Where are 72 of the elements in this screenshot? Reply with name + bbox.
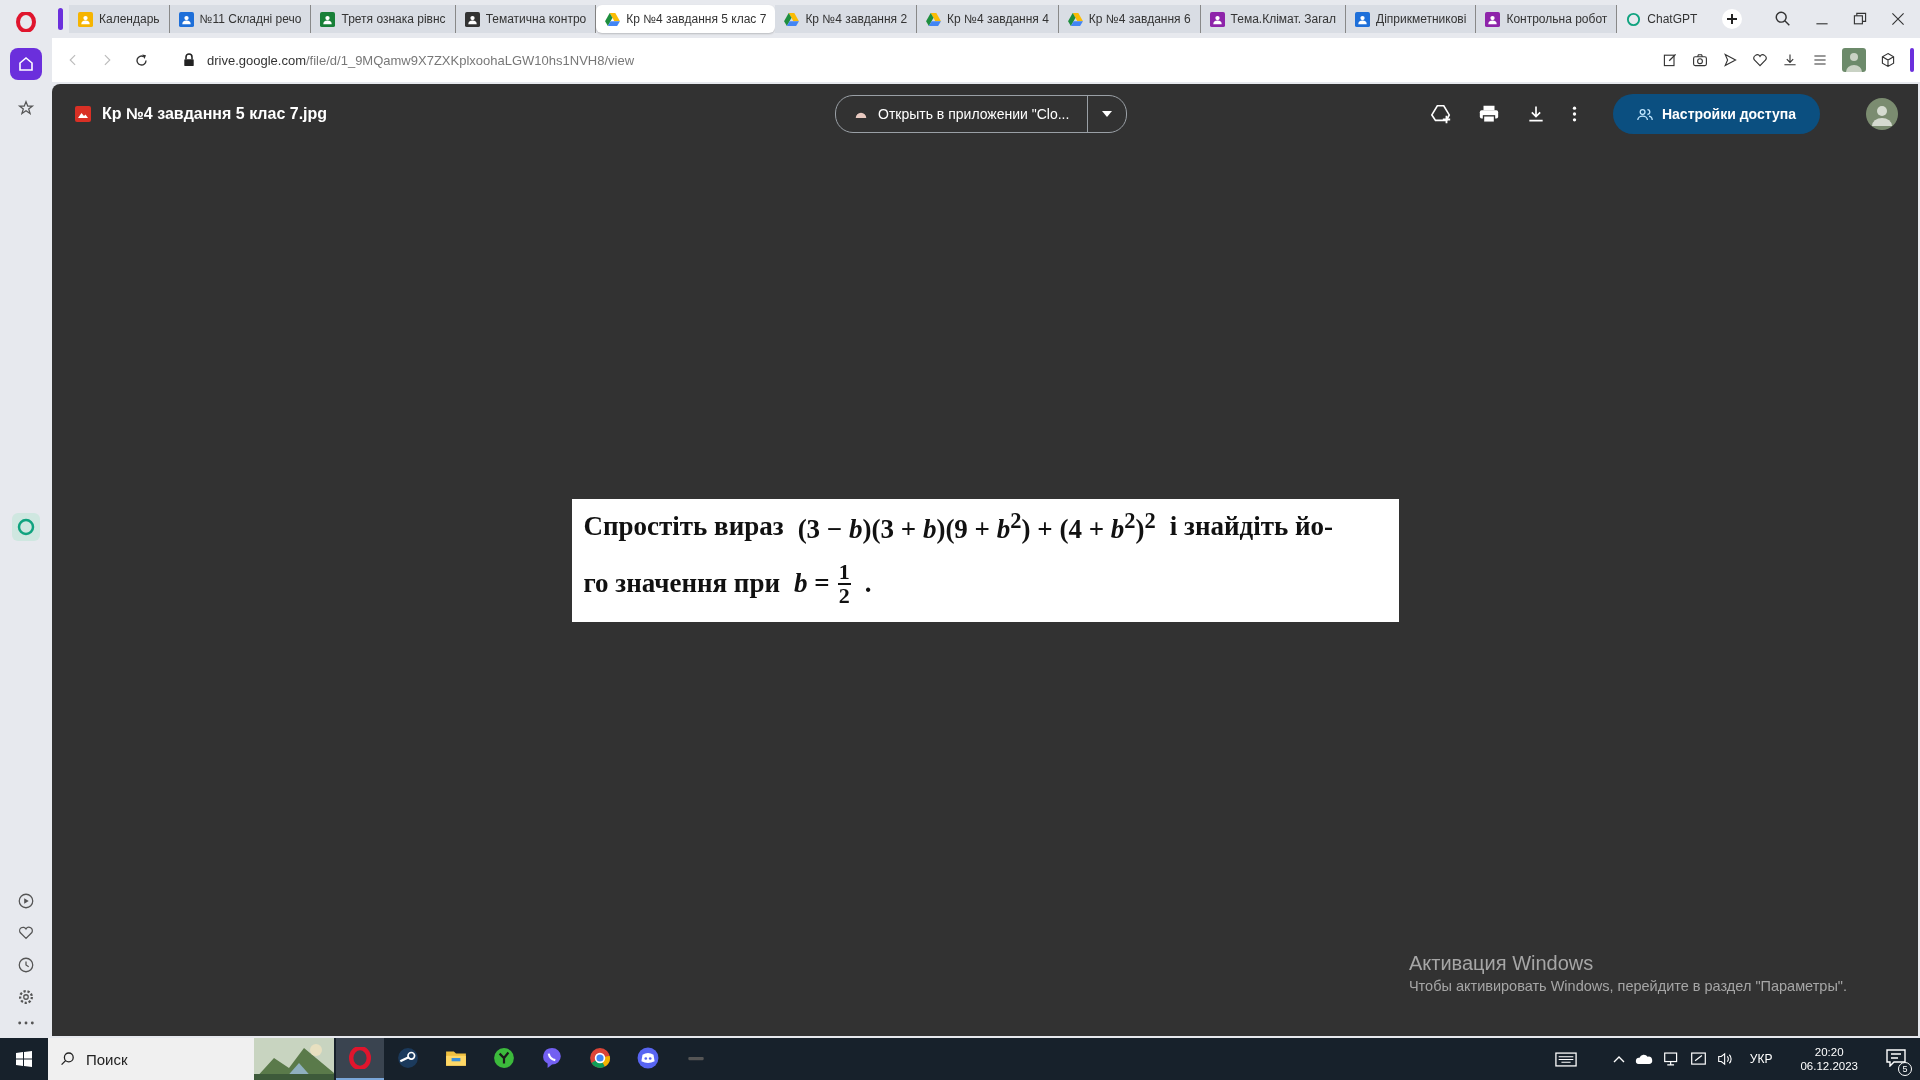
- file-name: Кр №4 завдання 5 клас 7.jpg: [102, 105, 328, 123]
- new-tab-icon[interactable]: [1722, 9, 1742, 29]
- task-text: і знайдіть йо-: [1169, 511, 1333, 542]
- opera-logo-icon[interactable]: [16, 12, 36, 32]
- edit-icon[interactable]: [1662, 52, 1678, 68]
- browser-tab[interactable]: Календарь: [69, 5, 170, 33]
- browser-tab[interactable]: Тема.Клімат. Загал: [1200, 5, 1347, 33]
- browser-tab[interactable]: Кр №4 завдання 4: [917, 5, 1059, 33]
- browser-tab[interactable]: №11 Складні речо: [169, 5, 312, 33]
- display-icon[interactable]: [1689, 1052, 1707, 1066]
- sliders-icon[interactable]: [1812, 52, 1828, 68]
- volume-icon[interactable]: [1716, 1052, 1734, 1066]
- drive-icon: [926, 12, 942, 26]
- clock-date[interactable]: 06.12.2023: [1800, 1060, 1858, 1072]
- more-vertical-icon[interactable]: [1571, 105, 1577, 123]
- keyboard-icon[interactable]: [1554, 1051, 1577, 1067]
- clock-time[interactable]: 20:20: [1814, 1046, 1844, 1058]
- close-icon[interactable]: [1890, 11, 1906, 27]
- download-icon[interactable]: [1782, 52, 1798, 68]
- browser-tab[interactable]: Третя ознака рівнс: [311, 5, 456, 33]
- task-text: го значення при: [583, 568, 780, 599]
- play-icon[interactable]: [17, 892, 35, 910]
- drive-icon: [1067, 12, 1083, 26]
- search-icon: [60, 1051, 76, 1067]
- settings-icon[interactable]: [17, 988, 35, 1006]
- notifications-icon[interactable]: [1886, 1048, 1906, 1067]
- add-to-drive-icon[interactable]: [1429, 103, 1452, 125]
- workspace-indicator: [58, 8, 63, 30]
- camera-icon[interactable]: [1692, 52, 1708, 68]
- windows-start-icon[interactable]: [16, 1051, 32, 1067]
- language-indicator[interactable]: УКР: [1749, 1052, 1773, 1066]
- chatgpt-icon[interactable]: [12, 513, 40, 541]
- browser-tab[interactable]: Кр №4 завдання 5 клас 7: [596, 5, 776, 33]
- print-icon[interactable]: [1477, 103, 1500, 125]
- activation-title: Активация Windows: [1408, 952, 1595, 975]
- restore-icon[interactable]: [1852, 11, 1868, 27]
- people-icon: [1636, 107, 1653, 121]
- browser-tab[interactable]: Кр №4 завдання 2: [775, 5, 918, 33]
- browser-tab[interactable]: Тематична контро: [455, 5, 597, 33]
- avatar-icon[interactable]: [1866, 98, 1898, 130]
- browser-tab[interactable]: Кр №4 завдання 6: [1058, 5, 1201, 33]
- clock-icon[interactable]: [17, 956, 35, 974]
- reload-icon[interactable]: [134, 52, 149, 68]
- browser-tab[interactable]: Діприкметникові: [1346, 5, 1477, 33]
- image-file-icon: [75, 106, 91, 122]
- task-text: Спростіть вираз: [583, 511, 784, 542]
- opera-taskbar-icon[interactable]: [336, 1038, 384, 1080]
- chevron-up-icon[interactable]: [1612, 1055, 1625, 1063]
- drive-icon: [784, 12, 800, 26]
- math-expression: (3 − b)(3 + b)(9 + b$^{2}$) + (4 + b$^{2}$)$^{2}$: [797, 508, 1156, 545]
- share-settings-button[interactable]: Настройки доступа: [1612, 94, 1820, 134]
- heart-icon[interactable]: [1752, 52, 1768, 68]
- cloud-icon[interactable]: [1634, 1052, 1653, 1066]
- notification-count-badge: 5: [1898, 1061, 1912, 1076]
- drive-icon: [605, 12, 621, 26]
- sidebar-indicator: [1910, 48, 1914, 72]
- taskbar-search-field[interactable]: Поиск: [48, 1038, 334, 1080]
- search-icon[interactable]: [1774, 10, 1792, 28]
- math-variable: b =: [794, 568, 830, 599]
- home-icon[interactable]: [10, 48, 42, 80]
- cube-icon[interactable]: [1880, 52, 1896, 68]
- browser-tab[interactable]: ChatGPT: [1617, 5, 1707, 33]
- activation-message: Чтобы активировать Windows, перейдите в раздел "Параметры".: [1408, 978, 1847, 994]
- browser-tab[interactable]: Контрольна робот: [1476, 5, 1618, 33]
- period-text: .: [864, 568, 872, 599]
- send-icon[interactable]: [1722, 52, 1738, 68]
- more-icon[interactable]: [17, 1020, 35, 1026]
- fraction: 1 2: [837, 560, 851, 607]
- address-field[interactable]: drive.google.com/file/d/1_9MQamw9X7ZXKplxoohaLGW10hs1NVH8/view: [207, 52, 635, 68]
- lock-icon: [183, 53, 195, 67]
- caret-icon: [1102, 111, 1113, 117]
- heart-icon[interactable]: [17, 924, 35, 942]
